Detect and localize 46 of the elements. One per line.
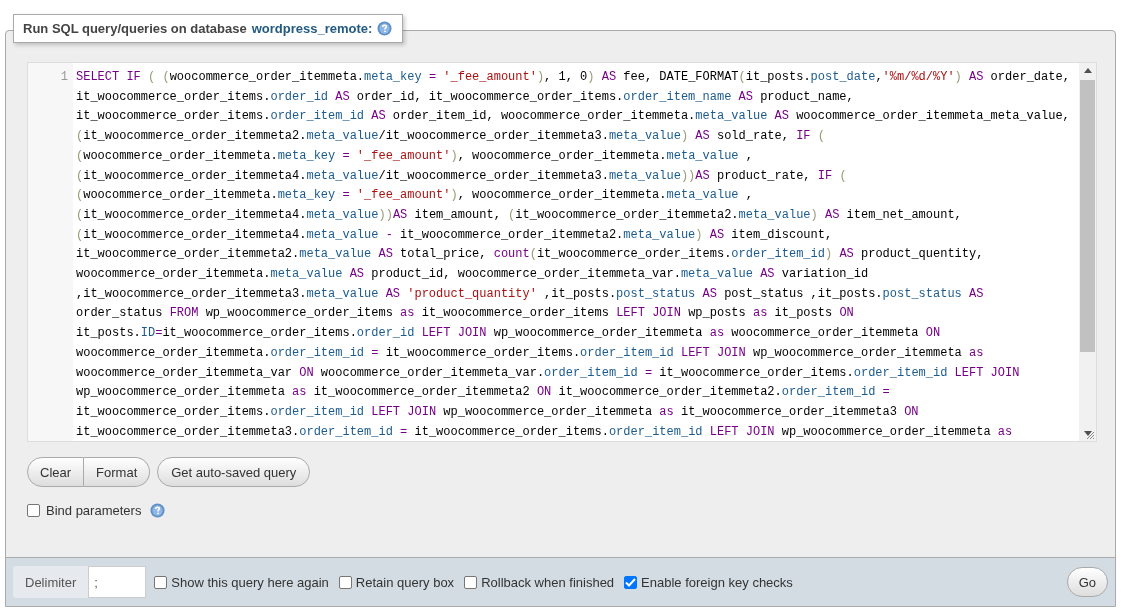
option-label[interactable]: Retain query box (355, 574, 455, 590)
delimiter-label: Delimiter (24, 573, 78, 592)
panel-title: Run SQL query/queries on database (23, 21, 247, 36)
code-line: it_woocommerce_order_items.order_item_id AS order_item_id, woocommerce_order_itemmeta.meta_value AS woocommerce_order_itemmeta_meta_value, (76, 108, 1071, 126)
code-line: (it_woocommerce_order_itemmeta4.meta_value/it_woocommerce_order_itemmeta3.meta_value))AS product_rate, IF ( (76, 167, 848, 185)
option-checkbox[interactable] (338, 575, 352, 589)
toolbar-button[interactable]: Format (84, 457, 151, 487)
bind-parameters-label[interactable]: Bind parameters (46, 503, 142, 518)
code-line: wp_woocommerce_order_itemmeta as it_woocommerce_order_itemmeta2 ON it_woocommerce_order_itemmeta2.order_item_id = (76, 384, 891, 402)
delimiter-field[interactable]: ; (88, 566, 147, 598)
code-line: it_woocommerce_order_items.order_id AS order_id, it_woocommerce_order_items.order_item_name AS product_name, (76, 88, 855, 106)
code-line: woocommerce_order_itemmeta.order_item_id = it_woocommerce_order_items.order_item_id LEFT JOIN wp_woocommerce_order_itemmeta as (76, 344, 985, 362)
toolbar-button[interactable]: Clear (27, 457, 85, 487)
code-line: ,it_woocommerce_order_itemmeta3.meta_value AS 'product_quantity' ,it_posts.post_status AS post_status ,it_posts.post_status AS (76, 285, 985, 303)
code-line: SELECT IF ( (woocommerce_order_itemmeta.meta_key = '_fee_amount'), 1, 0) AS fee, DATE_FORMAT(it_posts.post_date,'%m/%d/%Y') AS order_date, (76, 69, 1071, 86)
option-label[interactable]: Show this query here again (171, 574, 329, 590)
code-line: woocommerce_order_itemmeta.meta_value AS product_id, woocommerce_order_itemmeta_var.meta_value AS variation_id (76, 266, 870, 284)
auto-saved-query-button[interactable]: Get auto-saved query (157, 457, 311, 487)
scroll-thumb[interactable] (1080, 80, 1095, 352)
bind-parameters-checkbox[interactable] (27, 504, 40, 517)
code-line: (woocommerce_order_itemmeta.meta_key = '_fee_amount'), woocommerce_order_itemmeta.meta_value , (76, 147, 754, 165)
code-line: order_status FROM wp_woocommerce_order_items as it_woocommerce_order_items LEFT JOIN wp_posts as it_posts ON (76, 305, 855, 323)
option-label[interactable]: Enable foreign key checks (641, 574, 793, 590)
help-icon[interactable] (377, 21, 393, 36)
go-button[interactable]: Go (1066, 567, 1108, 597)
database-name: wordpress_remote: (251, 21, 373, 36)
code-line: (it_woocommerce_order_itemmeta4.meta_value))AS item_amount, (it_woocommerce_order_itemmeta2.meta_value) AS item_net_amount, (76, 206, 963, 224)
option-label[interactable]: Rollback when finished (481, 574, 615, 590)
code-line: woocommerce_order_itemmeta_var ON woocommerce_order_itemmeta_var.order_item_id = it_woocommerce_order_items.order_item_id LEFT JOIN (76, 364, 1021, 382)
code-line: (it_woocommerce_order_itemmeta4.meta_value - it_woocommerce_order_itemmeta2.meta_value) AS item_discount, (76, 226, 834, 244)
option-checkbox[interactable] (464, 575, 478, 589)
scroll-down-icon[interactable] (1083, 431, 1092, 436)
code-line: (woocommerce_order_itemmeta.meta_key = '_fee_amount'), woocommerce_order_itemmeta.meta_value , (76, 187, 754, 205)
code-line: it_woocommerce_order_itemmeta3.order_item_id = it_woocommerce_order_items.order_item_id LEFT JOIN wp_woocommerce_order_itemmeta as (76, 423, 1014, 441)
help-icon[interactable] (150, 503, 166, 518)
scrollbar[interactable] (1079, 63, 1096, 441)
option-checkbox[interactable] (624, 575, 638, 589)
resize-grip-icon[interactable] (1086, 431, 1095, 440)
option-checkbox[interactable] (154, 575, 168, 589)
code-line: it_woocommerce_order_items.order_item_id LEFT JOIN wp_woocommerce_order_itemmeta as it_woocommerce_order_itemmeta3 ON (76, 403, 920, 421)
line-number: 1 (60, 70, 68, 84)
sql-editor[interactable] (27, 62, 1097, 442)
code-line: (it_woocommerce_order_itemmeta2.meta_value/it_woocommerce_order_itemmeta3.meta_value) AS sold_rate, IF ( (76, 128, 826, 146)
code-line: it_woocommerce_order_itemmeta2.meta_value AS total_price, count(it_woocommerce_order_items.order_item_id) AS product_quentity, (76, 246, 985, 264)
scroll-up-icon[interactable] (1083, 68, 1092, 73)
code-line: it_posts.ID=it_woocommerce_order_items.order_id LEFT JOIN wp_woocommerce_order_itemmeta as woocommerce_order_itemmeta ON (76, 325, 942, 343)
